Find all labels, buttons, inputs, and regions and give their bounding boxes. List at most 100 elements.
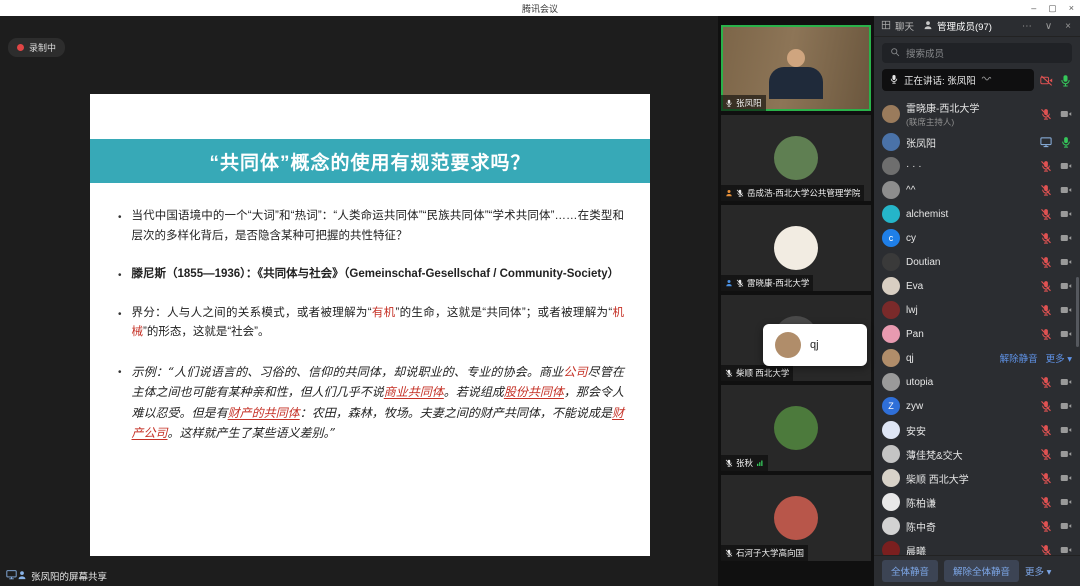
member-row[interactable]: Pan xyxy=(874,322,1080,346)
member-row[interactable]: 柴顺 西北大学 xyxy=(874,466,1080,490)
share-banner: 张凤阳的屏幕共享 xyxy=(6,569,107,583)
camera-icon[interactable] xyxy=(1060,472,1072,484)
mic-on-icon[interactable] xyxy=(1060,136,1072,148)
mic-muted-icon[interactable] xyxy=(1040,160,1052,172)
recording-indicator[interactable]: 录制中 xyxy=(8,38,65,57)
member-row[interactable]: alchemist xyxy=(874,202,1080,226)
panel-close-icon[interactable]: × xyxy=(1063,21,1073,32)
camera-icon[interactable] xyxy=(1060,544,1072,555)
camera-icon[interactable] xyxy=(1060,108,1072,120)
camera-off-icon[interactable] xyxy=(1040,74,1053,87)
member-name-block: 陈中奇 xyxy=(906,519,1034,534)
camera-icon[interactable] xyxy=(1060,376,1072,388)
member-row[interactable]: qj解除静音更多 ▾ xyxy=(874,346,1080,370)
mic-muted-icon[interactable] xyxy=(1040,256,1052,268)
member-row[interactable]: 安安 xyxy=(874,418,1080,442)
member-name: 张凤阳 xyxy=(906,135,1034,150)
member-row[interactable]: 陈中奇 xyxy=(874,514,1080,538)
thumbnail-name: 雷晓康-西北大学 xyxy=(747,277,809,289)
avatar xyxy=(774,406,818,450)
mic-muted-icon[interactable] xyxy=(1040,304,1052,316)
scrollbar[interactable] xyxy=(1076,277,1079,347)
mic-muted-icon[interactable] xyxy=(1040,108,1052,120)
close-icon[interactable]: × xyxy=(1069,0,1074,16)
mic-muted-icon[interactable] xyxy=(1040,328,1052,340)
footer-more-button[interactable]: 更多 ▾ xyxy=(1025,564,1051,578)
camera-icon[interactable] xyxy=(1060,160,1072,172)
member-row[interactable]: utopia xyxy=(874,370,1080,394)
member-controls xyxy=(1040,208,1072,220)
thumbnail-label: 柴顺 西北大学 xyxy=(721,365,793,381)
mic-icon xyxy=(889,74,899,84)
maximize-icon[interactable]: ▢ xyxy=(1048,0,1057,16)
more-icon[interactable]: ⋯ xyxy=(1020,21,1034,32)
video-thumbnail[interactable]: 石河子大学高向国 xyxy=(721,475,871,561)
mic-muted-icon[interactable] xyxy=(1040,376,1052,388)
member-row[interactable]: Eva xyxy=(874,274,1080,298)
camera-icon[interactable] xyxy=(1060,448,1072,460)
camera-icon[interactable] xyxy=(1060,256,1072,268)
member-row[interactable]: Doutian xyxy=(874,250,1080,274)
mic-on-icon[interactable] xyxy=(1059,74,1072,87)
video-thumbnail[interactable]: 张凤阳 xyxy=(721,25,871,111)
member-row[interactable]: ^^ xyxy=(874,178,1080,202)
member-controls xyxy=(1040,184,1072,196)
search-input[interactable]: 搜索成员 xyxy=(882,43,1072,63)
side-panel: 聊天 管理成员(97) ⋯ ∨ × 搜索成员 正在讲话: 张凤阳 xyxy=(874,16,1080,586)
camera-icon[interactable] xyxy=(1060,184,1072,196)
member-row[interactable]: · · · xyxy=(874,154,1080,178)
mic-muted-icon[interactable] xyxy=(1040,400,1052,412)
camera-icon[interactable] xyxy=(1060,328,1072,340)
camera-icon[interactable] xyxy=(1060,280,1072,292)
thumbnail-name: 柴顺 西北大学 xyxy=(736,367,789,379)
video-thumbnail[interactable]: 张秋 xyxy=(721,385,871,471)
minimize-icon[interactable]: – xyxy=(1031,0,1036,16)
member-row[interactable]: 张凤阳 xyxy=(874,130,1080,154)
mic-muted-icon[interactable] xyxy=(1040,496,1052,508)
camera-icon[interactable] xyxy=(1060,304,1072,316)
member-row[interactable]: 陈柏谦 xyxy=(874,490,1080,514)
unmute-button[interactable]: 解除静音 xyxy=(1000,351,1038,365)
mute-all-button[interactable]: 全体静音 xyxy=(882,560,938,582)
camera-icon[interactable] xyxy=(1060,520,1072,532)
row-more-button[interactable]: 更多 ▾ xyxy=(1046,351,1072,365)
member-controls xyxy=(1040,472,1072,484)
avatar xyxy=(882,517,900,535)
camera-icon[interactable] xyxy=(1060,496,1072,508)
camera-icon[interactable] xyxy=(1060,424,1072,436)
member-row[interactable]: lwj xyxy=(874,298,1080,322)
avatar xyxy=(882,373,900,391)
tab-members[interactable]: 管理成员(97) xyxy=(923,19,992,33)
member-row[interactable]: ccy xyxy=(874,226,1080,250)
video-thumbnail[interactable]: 雷晓康-西北大学 xyxy=(721,205,871,291)
mic-muted-icon[interactable] xyxy=(1040,424,1052,436)
bullet-marker-icon: • xyxy=(118,362,122,444)
mic-muted-icon[interactable] xyxy=(1040,472,1052,484)
text-segment: 公司 xyxy=(563,365,587,379)
unmute-all-button[interactable]: 解除全体静音 xyxy=(944,560,1019,582)
member-row[interactable]: 薄佳梵&交大 xyxy=(874,442,1080,466)
camera-icon[interactable] xyxy=(1060,400,1072,412)
member-controls xyxy=(1040,496,1072,508)
text-segment: 。这样就产生了某些语义差别。” xyxy=(168,426,336,440)
tab-chat[interactable]: 聊天 xyxy=(881,19,914,33)
video-thumbnail[interactable]: 岳成浩-西北大学公共管理学院 xyxy=(721,115,871,201)
camera-icon[interactable] xyxy=(1060,232,1072,244)
mic-muted-icon[interactable] xyxy=(1040,208,1052,220)
mic-muted-icon[interactable] xyxy=(1040,544,1052,555)
member-row[interactable]: 晨曦 xyxy=(874,538,1080,555)
member-name: 柴顺 西北大学 xyxy=(906,471,1034,486)
member-row[interactable]: 雷晓康-西北大学(联席主持人) xyxy=(874,97,1080,130)
mic-muted-icon[interactable] xyxy=(1040,520,1052,532)
mic-muted-icon[interactable] xyxy=(1040,232,1052,244)
mic-muted-icon[interactable] xyxy=(1040,448,1052,460)
camera-icon[interactable] xyxy=(1060,208,1072,220)
mic-muted-icon[interactable] xyxy=(1040,280,1052,292)
collapse-icon[interactable]: ∨ xyxy=(1043,21,1054,32)
member-row[interactable]: Zzyw xyxy=(874,394,1080,418)
presentation-slide: “共同体”概念的使用有规范要求吗？ •当代中国语境中的一个“大词”和“热词”：“… xyxy=(90,94,650,556)
screen-share-icon[interactable] xyxy=(1040,136,1052,148)
mic-muted-icon[interactable] xyxy=(1040,184,1052,196)
member-name-block: zyw xyxy=(906,401,1034,412)
member-name-block: 陈柏谦 xyxy=(906,495,1034,510)
